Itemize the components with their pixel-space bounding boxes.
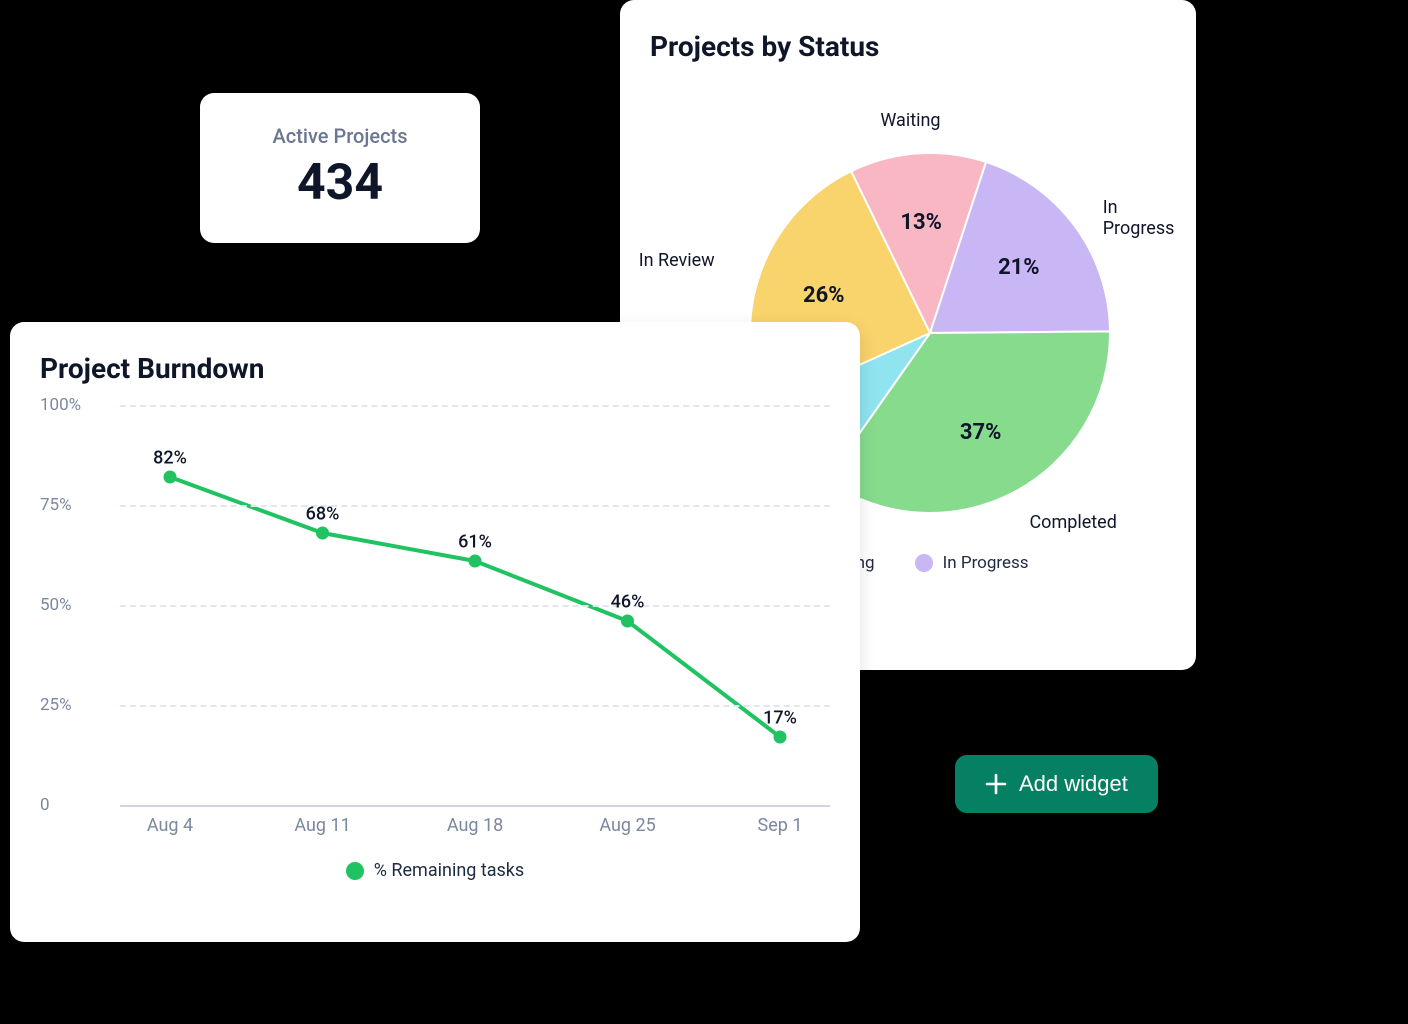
x-tick: Aug 25 bbox=[599, 815, 655, 836]
burndown-chart: 025%50%75%100%Aug 4Aug 11Aug 18Aug 25Sep… bbox=[40, 405, 830, 805]
y-tick: 75% bbox=[40, 495, 72, 515]
burndown-title: Project Burndown bbox=[40, 352, 830, 385]
x-axis-line bbox=[120, 805, 830, 807]
legend-swatch-icon bbox=[346, 862, 364, 880]
add-widget-button[interactable]: Add widget bbox=[955, 755, 1158, 813]
data-point-label: 17% bbox=[763, 708, 797, 729]
data-point bbox=[774, 731, 787, 744]
pie-slice-pct: 21% bbox=[998, 255, 1040, 280]
y-tick: 100% bbox=[40, 395, 81, 415]
x-tick: Aug 11 bbox=[294, 815, 350, 836]
data-point bbox=[469, 555, 482, 568]
pie-title: Projects by Status bbox=[650, 30, 1166, 63]
data-point-label: 61% bbox=[458, 532, 492, 553]
pie-slice-pct: 37% bbox=[960, 420, 1002, 445]
gridline bbox=[120, 405, 830, 407]
x-tick: Aug 4 bbox=[147, 815, 193, 836]
legend-item: In Progress bbox=[915, 553, 1029, 573]
active-projects-label: Active Projects bbox=[273, 124, 408, 148]
legend-label: In Progress bbox=[943, 553, 1029, 573]
burndown-line bbox=[170, 477, 780, 737]
data-point-label: 68% bbox=[306, 504, 340, 525]
y-tick: 0 bbox=[40, 795, 50, 815]
data-point-label: 82% bbox=[153, 448, 187, 469]
data-point bbox=[621, 615, 634, 628]
x-tick: Aug 18 bbox=[447, 815, 503, 836]
data-point bbox=[164, 471, 177, 484]
pie-slice-pct: 26% bbox=[803, 283, 845, 308]
gridline bbox=[120, 605, 830, 607]
add-widget-label: Add widget bbox=[1019, 771, 1128, 797]
legend-swatch-icon bbox=[915, 554, 933, 572]
pie-slice-label: In Progress bbox=[1103, 197, 1175, 239]
burndown-legend: % Remaining tasks bbox=[40, 860, 830, 881]
pie-slice-label: Completed bbox=[1029, 512, 1116, 533]
project-burndown-card: Project Burndown 0 25% 50% 75% 100% Aug 4 Aug … bbox=[10, 322, 860, 942]
y-tick: 25% bbox=[40, 695, 72, 715]
y-tick: 50% bbox=[40, 595, 72, 615]
pie-slice-pct: 13% bbox=[900, 210, 942, 235]
gridline bbox=[120, 505, 830, 507]
active-projects-value: 434 bbox=[297, 154, 383, 212]
x-tick: Sep 1 bbox=[758, 815, 803, 836]
plus-icon bbox=[985, 773, 1007, 795]
gridline bbox=[120, 705, 830, 707]
burndown-legend-label: % Remaining tasks bbox=[374, 860, 524, 881]
data-point-label: 46% bbox=[611, 592, 645, 613]
active-projects-card: Active Projects 434 bbox=[200, 93, 480, 243]
pie-slice-label: In Review bbox=[639, 250, 715, 271]
data-point bbox=[316, 527, 329, 540]
pie-slice-label: Waiting bbox=[880, 110, 940, 131]
